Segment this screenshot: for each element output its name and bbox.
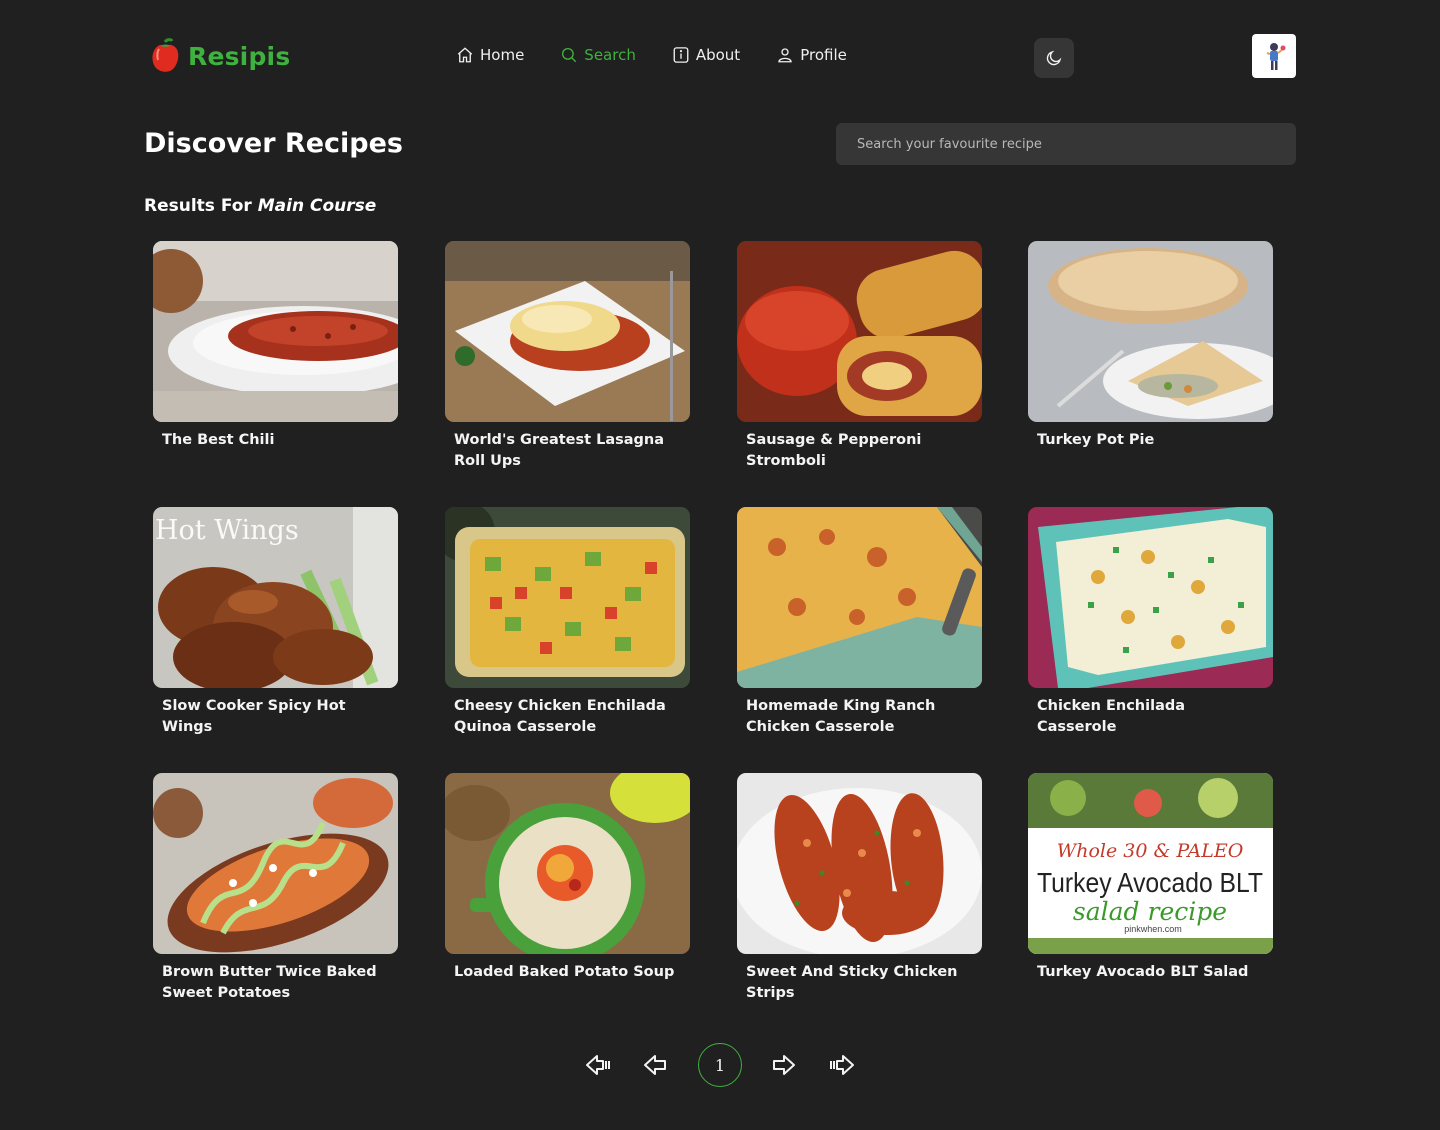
recipe-title: Sweet And Sticky Chicken Strips xyxy=(746,964,958,1001)
recipe-title: Turkey Pot Pie xyxy=(1037,432,1155,448)
info-icon xyxy=(673,47,689,63)
recipe-title: Cheesy Chicken Enchilada Quinoa Casserol… xyxy=(454,698,666,735)
recipe-title: Slow Cooker Spicy Hot Wings xyxy=(162,698,346,735)
blt-image-text-2: Turkey Avocado BLT xyxy=(1037,867,1263,898)
recipe-image xyxy=(445,241,690,422)
recipe-search-input[interactable] xyxy=(836,123,1296,165)
recipe-title: Brown Butter Twice Baked Sweet Potatoes xyxy=(162,964,377,1001)
recipe-card[interactable]: Whole 30 & PALEO Turkey Avocado BLT sala… xyxy=(1028,773,1273,983)
recipe-card[interactable]: Loaded Baked Potato Soup xyxy=(445,773,690,983)
recipe-image xyxy=(737,507,982,688)
recipe-title: The Best Chili xyxy=(162,432,275,448)
search-icon xyxy=(562,47,577,63)
recipe-card[interactable]: Turkey Pot Pie xyxy=(1028,241,1273,451)
recipe-card[interactable]: Homemade King Ranch Chicken Casserole xyxy=(737,507,982,738)
nav-about[interactable]: About xyxy=(672,46,740,64)
current-page-button[interactable]: 1 xyxy=(698,1043,742,1087)
nav-search[interactable]: Search xyxy=(560,46,636,64)
page: Resipis Home Search About Profile Discov… xyxy=(0,0,1440,1130)
recipe-image xyxy=(445,507,690,688)
recipe-title: Loaded Baked Potato Soup xyxy=(454,964,675,980)
recipe-card[interactable]: World's Greatest Lasagna Roll Ups xyxy=(445,241,690,472)
results-query: Main Course xyxy=(257,196,377,216)
previous-page-icon xyxy=(644,1055,666,1075)
recipe-image xyxy=(153,241,398,422)
recipe-card[interactable]: Hot Wings Slow Cooker Spicy Hot Wings xyxy=(153,507,398,738)
avatar[interactable] xyxy=(1252,34,1296,78)
nav-about-label: About xyxy=(695,46,741,64)
blt-image-text-1: Whole 30 & PALEO xyxy=(1057,840,1244,862)
first-page-icon xyxy=(586,1055,610,1075)
hot-wings-image-text: Hot Wings xyxy=(155,515,299,546)
previous-page-button[interactable] xyxy=(633,1043,677,1087)
first-page-button[interactable] xyxy=(576,1043,620,1087)
recipe-image xyxy=(737,241,982,422)
blt-image-text-4: pinkwhen.com xyxy=(1124,924,1182,934)
app-name: Resipis xyxy=(188,41,291,71)
pepper-logo-icon xyxy=(152,38,179,72)
recipe-card[interactable]: Sausage & Pepperoni Stromboli xyxy=(737,241,982,472)
recipe-title: Turkey Avocado BLT Salad xyxy=(1037,964,1249,980)
blt-image-text-3: salad recipe xyxy=(1073,897,1227,926)
main-nav: Home Search About Profile xyxy=(456,46,883,64)
results-heading: Results For Main Course xyxy=(144,196,376,216)
recipe-image xyxy=(737,773,982,954)
recipe-image: Whole 30 & PALEO Turkey Avocado BLT sala… xyxy=(1028,773,1273,954)
recipe-title: Sausage & Pepperoni Stromboli xyxy=(746,432,922,469)
next-page-icon xyxy=(773,1055,795,1075)
recipe-title: Chicken Enchilada Casserole xyxy=(1037,698,1186,735)
next-page-button[interactable] xyxy=(762,1043,806,1087)
nav-home-label: Home xyxy=(480,46,525,64)
user-icon xyxy=(778,48,792,63)
recipe-title: Homemade King Ranch Chicken Casserole xyxy=(746,698,936,735)
nav-search-label: Search xyxy=(584,46,636,64)
current-page-number: 1 xyxy=(714,1055,726,1075)
recipe-card[interactable]: Cheesy Chicken Enchilada Quinoa Casserol… xyxy=(445,507,690,738)
pagination: 1 xyxy=(0,1043,1440,1089)
last-page-button[interactable] xyxy=(820,1043,864,1087)
recipe-card[interactable]: The Best Chili xyxy=(153,241,398,451)
home-icon xyxy=(457,47,473,63)
nav-profile-label: Profile xyxy=(800,46,847,64)
recipe-image xyxy=(1028,507,1273,688)
app-logo[interactable]: Resipis xyxy=(148,38,290,74)
recipe-card[interactable]: Brown Butter Twice Baked Sweet Potatoes xyxy=(153,773,398,1004)
page-title: Discover Recipes xyxy=(144,128,403,159)
last-page-icon xyxy=(830,1055,854,1075)
nav-profile[interactable]: Profile xyxy=(776,46,847,64)
recipe-card[interactable]: Sweet And Sticky Chicken Strips xyxy=(737,773,982,1004)
recipe-image xyxy=(1028,241,1273,422)
recipe-image xyxy=(445,773,690,954)
recipe-title: World's Greatest Lasagna Roll Ups xyxy=(454,432,665,469)
user-avatar-image xyxy=(1266,43,1286,70)
results-prefix: Results For xyxy=(144,196,252,216)
nav-home[interactable]: Home xyxy=(456,46,524,64)
moon-icon xyxy=(1046,50,1062,66)
recipe-card[interactable]: Chicken Enchilada Casserole xyxy=(1028,507,1273,738)
theme-toggle-button[interactable] xyxy=(1034,38,1074,78)
recipe-image xyxy=(153,773,398,954)
recipe-image: Hot Wings xyxy=(153,507,398,688)
